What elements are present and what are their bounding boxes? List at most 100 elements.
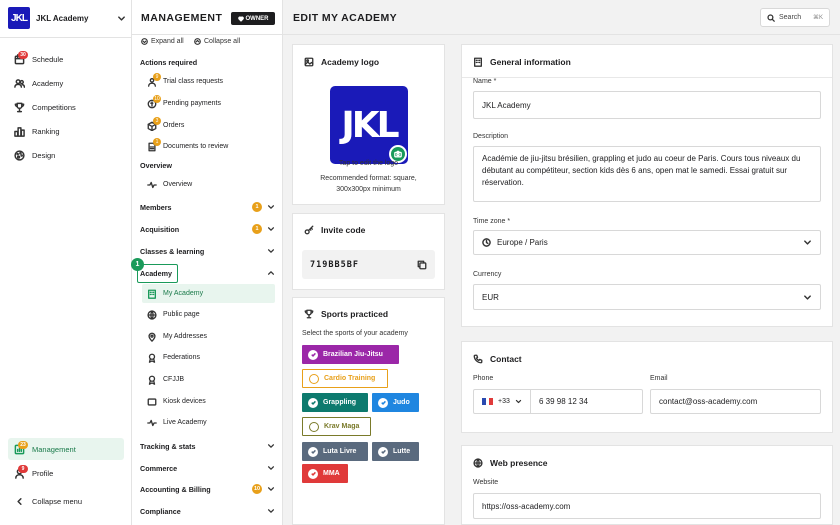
card-title: Invite code: [321, 225, 366, 235]
my-addresses-item[interactable]: My Addresses: [142, 327, 275, 346]
section-compliance[interactable]: Compliance: [140, 504, 275, 518]
invite-code: 719BB5BF: [310, 259, 359, 270]
section-actions-required: Actions required: [140, 55, 275, 69]
chevron-down-icon: [267, 247, 275, 255]
section-label: Members: [140, 202, 172, 212]
sport-tag[interactable]: Luta Livre: [302, 442, 368, 461]
phone-icon: [473, 354, 483, 364]
app-root: JKL JKL Academy 30 Schedule Academy Comp…: [0, 0, 840, 525]
section-tracking-stats[interactable]: Tracking & stats: [140, 439, 275, 453]
nav-design[interactable]: Design: [8, 144, 124, 166]
card-title: Web presence: [490, 458, 548, 468]
search-button[interactable]: Search ⌘K: [760, 8, 830, 27]
sports-practiced-card: Sports practiced Select the sports of yo…: [292, 297, 445, 525]
chevron-down-icon: [515, 398, 522, 405]
page-title: EDIT MY ACADEMY: [293, 12, 398, 24]
card-title: General information: [490, 57, 571, 67]
expand-all-button[interactable]: Expand all: [141, 38, 184, 45]
section-classes-learning[interactable]: Classes & learning: [140, 244, 275, 258]
name-field[interactable]: JKL Academy: [473, 91, 821, 119]
web-presence-card: Web presence Website https://oss-academy…: [461, 445, 833, 525]
sport-tag[interactable]: MMA: [302, 464, 348, 483]
users-icon: 9: [147, 72, 161, 87]
timezone-select[interactable]: Europe / Paris: [473, 230, 821, 255]
users-icon: [14, 78, 25, 89]
cfjjb-item[interactable]: CFJJB: [142, 370, 275, 389]
section-accounting-billing[interactable]: Accounting & Billing 10: [140, 482, 275, 496]
chevron-down-icon: [803, 238, 812, 247]
website-label: Website: [473, 479, 499, 486]
federations-item[interactable]: Federations: [142, 348, 275, 367]
nav-label: Ranking: [32, 126, 60, 136]
sport-label: Judo: [393, 399, 410, 406]
search-label: Search: [779, 14, 802, 21]
nav-profile[interactable]: 9 Profile: [8, 462, 124, 484]
globe-icon: [473, 458, 483, 468]
academy-switcher[interactable]: JKL JKL Academy: [8, 7, 126, 29]
nav-competitions[interactable]: Competitions: [8, 96, 124, 118]
section-members[interactable]: Members 1: [140, 200, 275, 214]
documents-to-review-item[interactable]: 1 Documents to review: [142, 137, 275, 156]
overview-item[interactable]: Overview: [142, 175, 275, 194]
chevron-up-icon: [267, 269, 275, 277]
chevron-down-icon: [267, 225, 275, 233]
unchecked-circle-icon: [309, 373, 319, 384]
orders-item[interactable]: 3 Orders: [142, 116, 275, 135]
sport-label: Grappling: [323, 399, 357, 406]
chevron-down-icon: [267, 203, 275, 211]
check-icon: [308, 446, 318, 457]
document-icon: 1: [147, 137, 161, 152]
search-icon: [767, 13, 775, 22]
section-label: Acquisition: [140, 224, 180, 234]
kiosk-devices-item[interactable]: Kiosk devices: [142, 392, 275, 411]
pending-payments-item[interactable]: 10 Pending payments: [142, 94, 275, 113]
website-field[interactable]: https://oss-academy.com: [473, 493, 821, 519]
camera-icon: [394, 150, 402, 158]
clock-icon: [482, 238, 491, 247]
logo-format-line2: 300x300px minimum: [336, 186, 401, 193]
sport-tag[interactable]: Brazilian Jiu-Jitsu: [302, 345, 399, 364]
phone-field[interactable]: 6 39 98 12 34: [530, 389, 643, 414]
collapse-all-button[interactable]: Collapse all: [194, 38, 240, 45]
notification-badge: 9: [18, 465, 28, 473]
section-commerce[interactable]: Commerce: [140, 461, 275, 475]
timezone-value: Europe / Paris: [497, 238, 548, 247]
item-label: Public page: [163, 311, 200, 318]
nav-label: Academy: [32, 78, 64, 88]
collapse-icon: [194, 38, 201, 45]
chevron-down-icon: [267, 464, 275, 472]
notification-badge: 30: [18, 51, 28, 59]
divider: [462, 77, 832, 78]
expand-all-label: Expand all: [151, 38, 184, 45]
sport-tag[interactable]: Cardio Training: [302, 369, 388, 388]
count-badge: 1: [252, 224, 262, 234]
sport-tag[interactable]: Lutte: [372, 442, 419, 461]
check-icon: [308, 397, 318, 408]
collapse-menu-button[interactable]: Collapse menu: [8, 490, 124, 512]
sport-tag[interactable]: Judo: [372, 393, 419, 412]
trial-class-requests-item[interactable]: 9 Trial class requests: [142, 72, 275, 91]
live-academy-item[interactable]: Live Academy: [142, 413, 275, 432]
description-field[interactable]: Académie de jiu-jitsu brésilien, grappli…: [473, 146, 821, 202]
public-page-item[interactable]: Public page: [142, 305, 275, 324]
sport-tag[interactable]: Grappling: [302, 393, 368, 412]
section-acquisition[interactable]: Acquisition 1: [140, 222, 275, 236]
country-code-select[interactable]: +33: [473, 389, 531, 414]
section-label: Overview: [140, 160, 172, 170]
sport-tag[interactable]: Krav Maga: [302, 417, 371, 436]
currency-select[interactable]: EUR: [473, 284, 821, 310]
nav-management[interactable]: 23 Management: [8, 438, 124, 460]
item-label: My Academy: [163, 290, 204, 297]
nav-schedule[interactable]: 30 Schedule: [8, 48, 124, 70]
card-title: Contact: [490, 354, 522, 364]
copy-icon[interactable]: [417, 260, 427, 270]
sport-label: Cardio Training: [324, 375, 376, 382]
invite-code-box: 719BB5BF: [302, 250, 435, 279]
section-label: Actions required: [140, 57, 198, 67]
email-field[interactable]: contact@oss-academy.com: [650, 389, 821, 414]
nav-ranking[interactable]: Ranking: [8, 120, 124, 142]
item-label: Orders: [163, 122, 185, 129]
currency-value: EUR: [482, 292, 499, 302]
my-academy-item[interactable]: My Academy: [142, 284, 275, 303]
nav-academy[interactable]: Academy: [8, 72, 124, 94]
